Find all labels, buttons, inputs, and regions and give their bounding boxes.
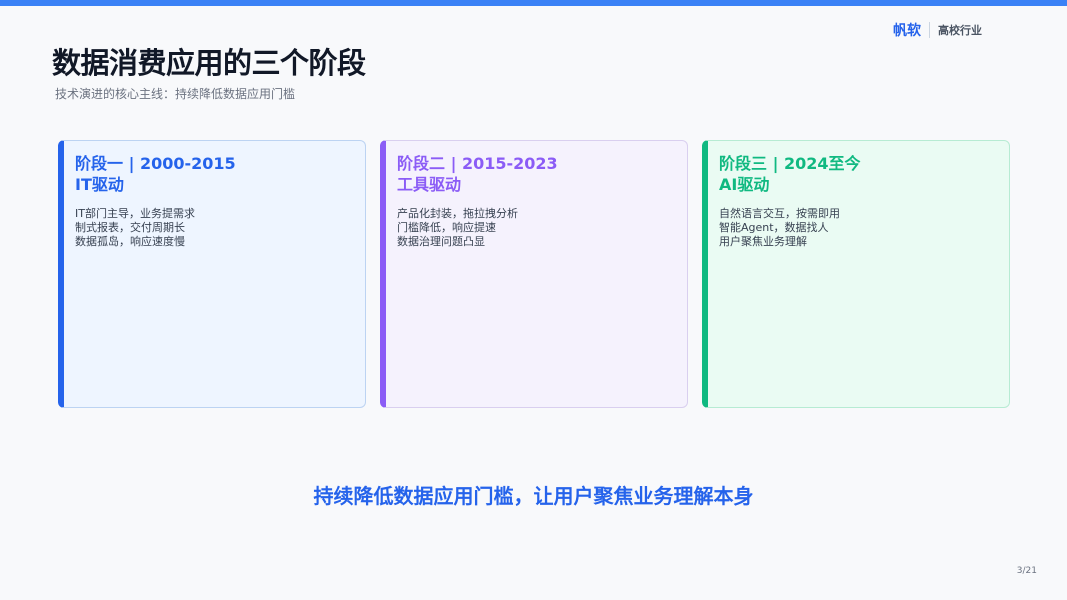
stage-point: 自然语言交互，按需即用 (719, 207, 840, 220)
stage-card-1: 阶段一 | 2000-2015 IT驱动 IT部门主导，业务提需求 制式报表，交… (58, 140, 366, 408)
brand-industry-label: 高校行业 (938, 24, 982, 37)
stage-2-points: 产品化封装，拖拉拽分析 门槛降低，响应提速 数据治理问题凸显 (397, 207, 675, 249)
stage-3-heading: 阶段三 | 2024至今 AI驱动 (719, 153, 997, 195)
stage-3-driver: AI驱动 (719, 175, 770, 194)
top-accent-bar (0, 0, 1067, 6)
stage-1-points: IT部门主导，业务提需求 制式报表，交付周期长 数据孤岛，响应速度慢 (75, 207, 353, 249)
brand-divider (929, 22, 930, 38)
stage-point: 制式报表，交付周期长 (75, 221, 185, 234)
page-subtitle: 技术演进的核心主线：持续降低数据应用门槛 (55, 87, 296, 101)
brand-logo-text: 帆软 (893, 23, 921, 39)
stage-2-heading: 阶段二 | 2015-2023 工具驱动 (397, 153, 675, 195)
page-number: 3/21 (1016, 566, 1037, 576)
stage-1-driver: IT驱动 (75, 175, 124, 194)
stage-2-period: 阶段二 | 2015-2023 (397, 154, 558, 173)
stage-cards: 阶段一 | 2000-2015 IT驱动 IT部门主导，业务提需求 制式报表，交… (58, 140, 1010, 408)
stage-card-3: 阶段三 | 2024至今 AI驱动 自然语言交互，按需即用 智能Agent，数据… (702, 140, 1010, 408)
stage-2-driver: 工具驱动 (397, 175, 462, 194)
stage-point: 产品化封装，拖拉拽分析 (397, 207, 518, 220)
stage-1-period: 阶段一 | 2000-2015 (75, 154, 236, 173)
stage-point: IT部门主导，业务提需求 (75, 207, 195, 220)
conclusion-statement: 持续降低数据应用门槛，让用户聚焦业务理解本身 (313, 484, 754, 508)
page-title: 数据消费应用的三个阶段 (52, 46, 366, 80)
stage-point: 数据治理问题凸显 (397, 235, 485, 248)
brand-header: 帆软 高校行业 (893, 20, 982, 40)
stage-point: 智能Agent，数据找人 (719, 221, 829, 234)
stage-card-2: 阶段二 | 2015-2023 工具驱动 产品化封装，拖拉拽分析 门槛降低，响应… (380, 140, 688, 408)
stage-point: 用户聚焦业务理解 (719, 235, 807, 248)
stage-3-points: 自然语言交互，按需即用 智能Agent，数据找人 用户聚焦业务理解 (719, 207, 997, 249)
stage-point: 门槛降低，响应提速 (397, 221, 496, 234)
stage-1-heading: 阶段一 | 2000-2015 IT驱动 (75, 153, 353, 195)
stage-point: 数据孤岛，响应速度慢 (75, 235, 185, 248)
stage-3-period: 阶段三 | 2024至今 (719, 154, 861, 173)
